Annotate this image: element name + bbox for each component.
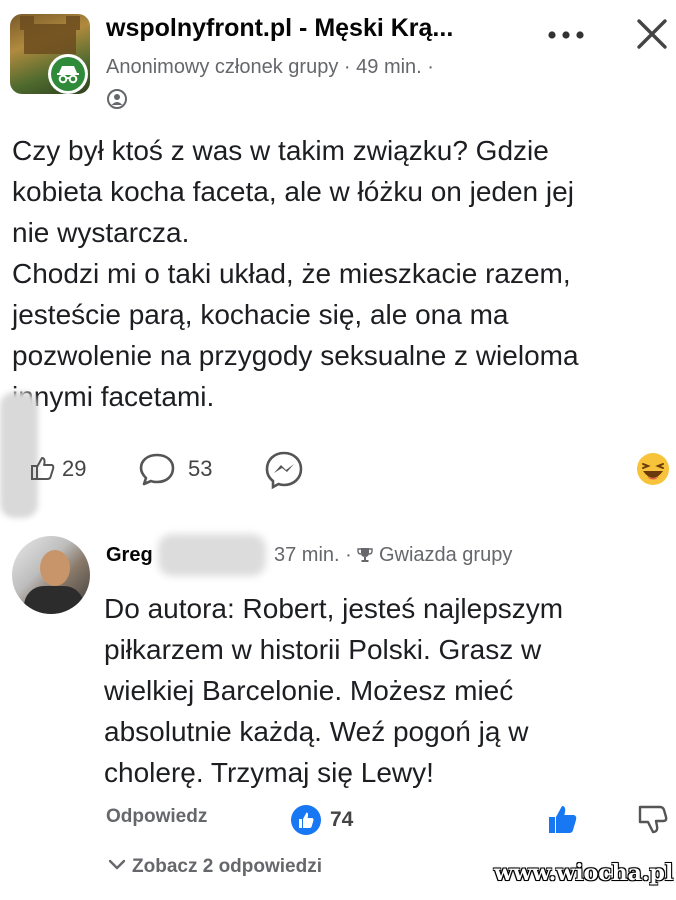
incognito-icon <box>57 66 79 84</box>
thumb-down-icon[interactable] <box>636 802 668 836</box>
commenter-avatar[interactable] <box>12 536 90 614</box>
post-text: Czy był ktoś z was w takim związku? Gdzi… <box>12 135 579 412</box>
comment-reaction-count: 74 <box>330 808 354 831</box>
haha-reaction-icon[interactable] <box>636 452 670 486</box>
messenger-icon[interactable] <box>264 450 304 490</box>
like-count: 29 <box>62 456 87 481</box>
member-badge: Gwiazda grupy <box>378 544 513 566</box>
comment-icon[interactable] <box>138 452 176 486</box>
commenter-name[interactable]: Greg <box>106 544 153 567</box>
close-button[interactable] <box>632 14 672 54</box>
post-time[interactable]: 49 min. <box>356 56 422 78</box>
comment-meta: 37 min. · Gwiazda grupy <box>274 544 512 567</box>
comment-count: 53 <box>188 456 213 481</box>
anonymous-avatar <box>48 54 88 94</box>
close-icon <box>637 19 667 49</box>
meta-separator: · <box>343 56 351 78</box>
like-reaction-badge[interactable] <box>290 804 322 836</box>
privacy-icon <box>106 88 128 110</box>
reply-button[interactable]: Odpowiedz <box>106 806 207 828</box>
redacted-name <box>158 534 266 576</box>
comment-text: Do autora: Robert, jesteś najlepszym pił… <box>104 593 564 788</box>
chevron-down-icon <box>108 859 126 870</box>
watermark: www.wiocha.pl <box>494 860 674 886</box>
post-author[interactable]: Anonimowy członek grupy <box>106 56 338 78</box>
group-name[interactable]: wspolnyfront.pl - Męski Krą... <box>106 14 453 43</box>
thumb-up-icon[interactable] <box>546 802 580 836</box>
trophy-icon <box>357 548 374 562</box>
comment-time[interactable]: 37 min. · <box>274 544 352 566</box>
like-icon[interactable] <box>30 455 56 481</box>
meta-dot: · <box>427 56 434 78</box>
see-replies-label: Zobacz 2 odpowiedzi <box>132 856 323 877</box>
more-icon <box>548 31 584 39</box>
more-options-button[interactable] <box>542 20 590 50</box>
post-meta: Anonimowy członek grupy · 49 min. · <box>106 56 434 79</box>
see-replies-link[interactable]: Zobacz 2 odpowiedzi <box>108 856 322 878</box>
